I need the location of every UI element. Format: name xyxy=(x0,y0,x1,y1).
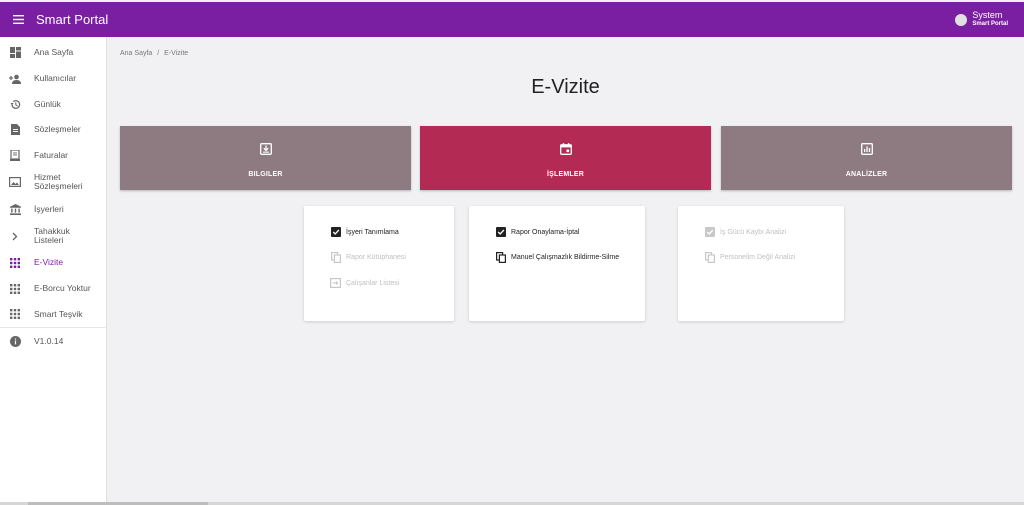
apps-icon xyxy=(9,308,21,320)
card-analizler-actions: İş Gücü Kaybı Analizi Personelim Değil A… xyxy=(678,206,844,321)
breadcrumb: Ana Sayfa / E-Vizite xyxy=(120,50,191,57)
user-subtitle: Smart Portal xyxy=(972,20,1008,27)
sidebar-item-faturalar[interactable]: Faturalar xyxy=(0,143,106,169)
sidebar-item-label: Hizmet Sözleşmeleri xyxy=(34,172,83,192)
user-menu[interactable]: System Smart Portal xyxy=(955,9,1008,29)
tab-label: BILGILER xyxy=(248,170,283,178)
card-bilgiler-actions: İşyeri Tanımlama Rapor Kütüphanesi Çalış… xyxy=(304,206,454,321)
sidebar-item-gunluk[interactable]: Günlük xyxy=(0,91,106,117)
sidebar-item-ana-sayfa[interactable]: Ana Sayfa xyxy=(0,40,106,66)
card-islemler-actions: Rapor Onaylama-İptal Manuel Çalışmazlık … xyxy=(469,206,645,321)
bar-chart-icon xyxy=(860,142,873,155)
sidebar-item-label: Kullanıcılar xyxy=(34,73,77,84)
sidebar-item-label: İşyerleri xyxy=(34,203,64,214)
sidebar-item-label: Faturalar xyxy=(34,150,69,161)
checkbox-icon xyxy=(330,227,341,238)
tab-islemler[interactable]: İŞLEMLER xyxy=(420,126,711,190)
sidebar-item-label: E-Vizite xyxy=(34,257,64,268)
download-box-icon xyxy=(259,142,272,155)
sidebar: Ana Sayfa Kullanıcılar Günlük Sözleşmele… xyxy=(0,37,107,505)
sidebar-item-label: Tahakkuk Listeleri xyxy=(34,226,70,246)
avatar xyxy=(955,13,968,26)
tab-analizler[interactable]: ANALİZLER xyxy=(721,126,1012,190)
menu-item-calisanlar-listesi[interactable]: Çalışanlar Listesi xyxy=(330,277,399,289)
page-title: E-Vizite xyxy=(531,76,600,98)
checkbox-icon xyxy=(495,227,506,238)
sidebar-item-version: V1.0.14 xyxy=(0,328,106,354)
copy-icon xyxy=(495,251,506,263)
menu-item-rapor-kutuphanesi[interactable]: Rapor Kütüphanesi xyxy=(330,251,406,263)
tab-bilgiler[interactable]: BILGILER xyxy=(120,126,411,190)
sidebar-item-label: Günlük xyxy=(34,98,61,109)
sidebar-item-hizmet-sozlesmeleri[interactable]: Hizmet Sözleşmeleri xyxy=(0,168,106,196)
calendar-icon xyxy=(559,142,572,155)
chevron-right-icon xyxy=(9,230,21,242)
user-name: System xyxy=(972,9,1003,20)
sidebar-item-label: Sözleşmeler xyxy=(34,124,81,135)
tab-label: ANALİZLER xyxy=(845,170,888,178)
version-label: V1.0.14 xyxy=(34,335,64,346)
info-icon xyxy=(9,335,21,347)
breadcrumb-current: E-Vizite xyxy=(164,50,189,57)
sidebar-item-e-vizite[interactable]: E-Vizite xyxy=(0,250,106,276)
menu-item-is-gucu-kaybi-analizi[interactable]: İş Gücü Kaybı Analizi xyxy=(704,226,786,238)
sidebar-item-isyerleri[interactable]: İşyerleri xyxy=(0,196,106,222)
tab-label: İŞLEMLER xyxy=(547,170,584,178)
checkbox-icon xyxy=(704,227,715,238)
history-icon xyxy=(9,98,21,110)
sidebar-item-label: E-Borcu Yoktur xyxy=(34,283,91,294)
app-title: Smart Portal xyxy=(36,12,109,27)
input-icon xyxy=(330,278,341,289)
picture-icon xyxy=(9,176,21,188)
sidebar-item-label: Ana Sayfa xyxy=(34,47,74,58)
top-app-bar: Smart Portal System Smart Portal xyxy=(0,2,1024,37)
sidebar-item-kullanicilar[interactable]: Kullanıcılar xyxy=(0,66,106,92)
menu-button[interactable] xyxy=(0,2,36,37)
sidebar-item-smart-tesvik[interactable]: Smart Teşvik xyxy=(0,302,106,328)
document-icon xyxy=(9,124,21,136)
hamburger-menu-icon xyxy=(12,15,24,24)
menu-item-rapor-onaylama-iptal[interactable]: Rapor Onaylama-İptal xyxy=(495,226,579,238)
apps-icon xyxy=(9,283,21,295)
receipt-icon xyxy=(9,150,21,162)
copy-icon xyxy=(330,251,341,263)
person-add-icon xyxy=(9,73,21,85)
menu-item-manuel-calismazlik[interactable]: Manuel Çalışmazlık Bildirme-Silme xyxy=(495,251,619,263)
breadcrumb-home[interactable]: Ana Sayfa xyxy=(120,50,152,57)
sidebar-item-sozlesmeler[interactable]: Sözleşmeler xyxy=(0,117,106,143)
breadcrumb-separator: / xyxy=(157,50,160,57)
menu-item-personelim-degil-analizi[interactable]: Personelim Değil Analizi xyxy=(704,251,795,263)
menu-item-isyeri-tanimlama[interactable]: İşyeri Tanımlama xyxy=(330,226,399,238)
sidebar-item-label: Smart Teşvik xyxy=(34,308,83,319)
sidebar-item-tahakkuk-listeleri[interactable]: Tahakkuk Listeleri xyxy=(0,222,106,250)
sidebar-item-e-borcu-yoktur[interactable]: E-Borcu Yoktur xyxy=(0,276,106,302)
dashboard-icon xyxy=(9,47,21,59)
bank-icon xyxy=(9,203,21,215)
copy-icon xyxy=(704,251,715,263)
apps-icon xyxy=(9,257,21,269)
